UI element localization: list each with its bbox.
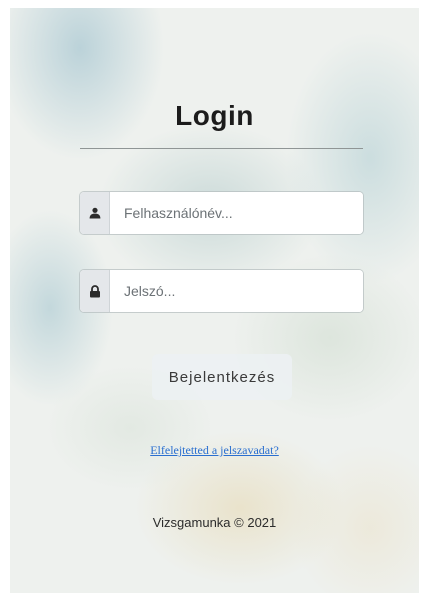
user-icon	[80, 192, 110, 234]
forgot-password-link[interactable]: Elfelejtetted a jelszavadat?	[150, 443, 279, 457]
forgot-password-wrapper: Elfelejtetted a jelszavadat?	[0, 443, 429, 458]
lock-icon	[80, 270, 110, 312]
password-field-group	[80, 270, 363, 312]
footer-copyright: Vizsgamunka © 2021	[152, 515, 277, 530]
login-page: Login Bejelentkezés Elfelejtetted a jels…	[0, 0, 429, 597]
password-input[interactable]	[110, 270, 363, 312]
username-field-group	[80, 192, 363, 234]
username-input[interactable]	[110, 192, 363, 234]
login-button[interactable]: Bejelentkezés	[152, 354, 292, 400]
page-title: Login	[175, 100, 254, 131]
title-divider	[80, 148, 363, 149]
